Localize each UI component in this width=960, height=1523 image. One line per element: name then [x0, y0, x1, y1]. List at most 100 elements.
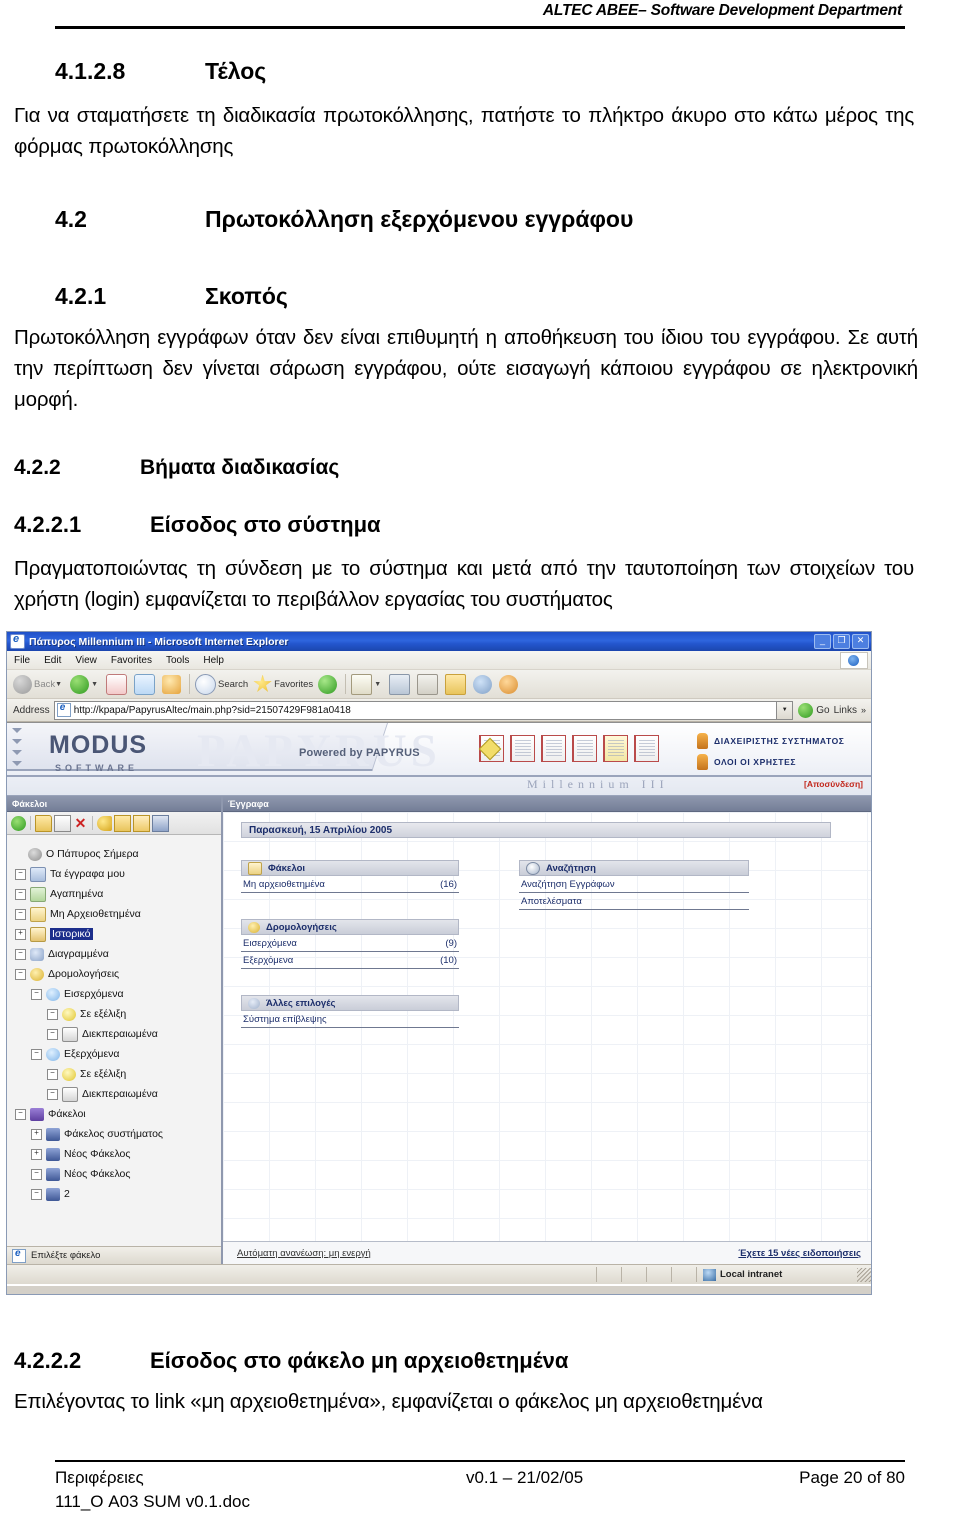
- folder-link-row[interactable]: Αναζήτηση Εγγράφων: [519, 876, 749, 893]
- new-folder-icon[interactable]: [35, 814, 52, 832]
- home-button[interactable]: [160, 672, 185, 696]
- close-button[interactable]: ✕: [852, 634, 869, 649]
- tree-item[interactable]: −2: [15, 1184, 221, 1204]
- all-users-link[interactable]: ΟΛΟΙ ΟΙ ΧΡΗΣΤΕΣ: [697, 754, 845, 770]
- favorites-button[interactable]: Favorites: [251, 672, 315, 696]
- expand-icon[interactable]: +: [15, 928, 26, 940]
- stop-button[interactable]: [104, 672, 131, 696]
- search-button[interactable]: Search: [193, 672, 250, 696]
- collapse-icon[interactable]: −: [47, 1088, 58, 1100]
- collapse-icon[interactable]: −: [47, 1008, 58, 1020]
- folder-link-label[interactable]: Εξερχόμενα: [243, 955, 293, 966]
- tree-item[interactable]: − Αγαπημένα: [15, 884, 221, 904]
- minimize-button[interactable]: _: [814, 634, 831, 649]
- menu-file[interactable]: File: [14, 655, 30, 666]
- menu-help[interactable]: Help: [203, 655, 224, 666]
- menu-view[interactable]: View: [75, 655, 97, 666]
- forward-button[interactable]: ▼: [68, 672, 103, 696]
- folder-icon: [30, 906, 46, 922]
- folder-link-row[interactable]: Μη αρχειοθετημένα (16): [241, 876, 459, 893]
- messenger-button[interactable]: [497, 672, 522, 696]
- refresh-icon[interactable]: [11, 815, 26, 831]
- tree-item[interactable]: − Νέος Φάκελος: [15, 1164, 221, 1184]
- chevron-down-icon[interactable]: ▼: [374, 681, 381, 688]
- collapse-icon[interactable]: −: [15, 868, 26, 880]
- collapse-icon[interactable]: −: [15, 908, 26, 920]
- tree-item[interactable]: + Νέος Φάκελος: [15, 1144, 221, 1164]
- tree-item[interactable]: − Τα έγγραφα μου: [15, 864, 221, 884]
- collapse-icon[interactable]: −: [31, 1048, 42, 1060]
- links-chevron-icon[interactable]: »: [861, 705, 866, 715]
- collapse-icon[interactable]: −: [15, 968, 26, 980]
- print-button[interactable]: [387, 672, 414, 696]
- refresh-button[interactable]: [132, 672, 159, 696]
- folder-link-label[interactable]: Αποτελέσματα: [521, 896, 582, 907]
- expand-icon[interactable]: +: [31, 1148, 42, 1160]
- tree-item[interactable]: − Σε εξέλιξη: [15, 1004, 221, 1024]
- tree-item[interactable]: − Διεκπεραιωμένα: [15, 1024, 221, 1044]
- tree-item[interactable]: − Διεκπεραιωμένα: [15, 1084, 221, 1104]
- menu-edit[interactable]: Edit: [44, 655, 61, 666]
- folder-document-icon[interactable]: [603, 735, 628, 762]
- collapse-icon[interactable]: −: [15, 1108, 26, 1120]
- tree-item[interactable]: + Φάκελος συστήματος: [15, 1124, 221, 1144]
- tree-item[interactable]: − Διαγραμμένα: [15, 944, 221, 964]
- folder-link-label[interactable]: Σύστημα επίβλεψης: [243, 1014, 327, 1025]
- folder-lock-icon[interactable]: [114, 814, 131, 832]
- address-dropdown-button[interactable]: ▼: [776, 700, 794, 720]
- logout-link[interactable]: [Αποσύνδεση]: [804, 779, 863, 789]
- expand-icon[interactable]: +: [31, 1128, 42, 1140]
- discuss-button[interactable]: [471, 672, 496, 696]
- auto-refresh-link[interactable]: Αυτόματη ανανέωση: μη ενεργή: [237, 1248, 371, 1259]
- collapse-icon[interactable]: −: [47, 1068, 58, 1080]
- delete-icon[interactable]: ✕: [73, 816, 88, 831]
- chevron-down-icon[interactable]: ▼: [91, 681, 98, 688]
- collapse-icon[interactable]: −: [15, 948, 26, 960]
- chevron-down-icon[interactable]: ▼: [55, 681, 62, 688]
- menu-tools[interactable]: Tools: [166, 655, 189, 666]
- address-input[interactable]: http://kpapa/PapyrusAltec/main.php?sid=2…: [53, 700, 777, 720]
- resize-grip[interactable]: [857, 1267, 871, 1282]
- protocol-document-icon[interactable]: [634, 735, 659, 762]
- blank-document-icon[interactable]: [572, 735, 597, 762]
- collapse-icon[interactable]: −: [31, 1168, 42, 1180]
- import-document-icon[interactable]: [541, 735, 566, 762]
- save-icon[interactable]: [152, 814, 169, 832]
- key-icon[interactable]: [97, 815, 112, 831]
- collapse-icon[interactable]: −: [31, 988, 42, 1000]
- folder-link-row[interactable]: Εισερχόμενα (9): [241, 935, 459, 952]
- tree-item[interactable]: − Φάκελοι: [15, 1104, 221, 1124]
- menu-favorites[interactable]: Favorites: [111, 655, 152, 666]
- folder-link-label[interactable]: Αναζήτηση Εγγράφων: [521, 879, 615, 890]
- window-controls: _ ❐ ✕: [814, 634, 869, 649]
- tree-item[interactable]: − Μη Αρχειοθετημένα: [15, 904, 221, 924]
- scan-document-icon[interactable]: [510, 735, 535, 762]
- go-button[interactable]: Go: [798, 702, 830, 718]
- links-button[interactable]: Links: [834, 705, 857, 716]
- tree-item[interactable]: − Εξερχόμενα: [15, 1044, 221, 1064]
- collapse-icon[interactable]: −: [15, 888, 26, 900]
- folder-button[interactable]: [443, 672, 470, 696]
- media-button[interactable]: [316, 672, 341, 696]
- tree-item[interactable]: + Ιστορικό: [15, 924, 221, 944]
- back-button[interactable]: Back ▼: [11, 672, 67, 696]
- mail-button[interactable]: ▼: [349, 672, 386, 696]
- tree-item[interactable]: − Δρομολογήσεις: [15, 964, 221, 984]
- tree-item[interactable]: Ο Πάπυρος Σήμερα: [15, 844, 221, 864]
- new-document-icon[interactable]: [479, 735, 504, 762]
- folder-open-icon[interactable]: [133, 814, 150, 832]
- folder-link-row[interactable]: Εξερχόμενα (10): [241, 952, 459, 969]
- folder-link-row[interactable]: Σύστημα επίβλεψης: [241, 1011, 459, 1028]
- system-admin-link[interactable]: ΔΙΑΧΕΙΡΙΣΤΗΣ ΣΥΣΤΗΜΑΤΟΣ: [697, 733, 845, 749]
- restore-button[interactable]: ❐: [833, 634, 850, 649]
- tree-item[interactable]: − Εισερχόμενα: [15, 984, 221, 1004]
- folder-link-row[interactable]: Αποτελέσματα: [519, 893, 749, 910]
- folder-link-label[interactable]: Μη αρχειοθετημένα: [243, 879, 325, 890]
- rename-icon[interactable]: [54, 814, 71, 832]
- edit-button[interactable]: [415, 672, 442, 696]
- collapse-icon[interactable]: −: [47, 1028, 58, 1040]
- collapse-icon[interactable]: −: [31, 1188, 42, 1200]
- folder-link-label[interactable]: Εισερχόμενα: [243, 938, 297, 949]
- tree-item[interactable]: − Σε εξέλιξη: [15, 1064, 221, 1084]
- notifications-link[interactable]: Έχετε 15 νέες ειδοποιήσεις: [738, 1248, 861, 1259]
